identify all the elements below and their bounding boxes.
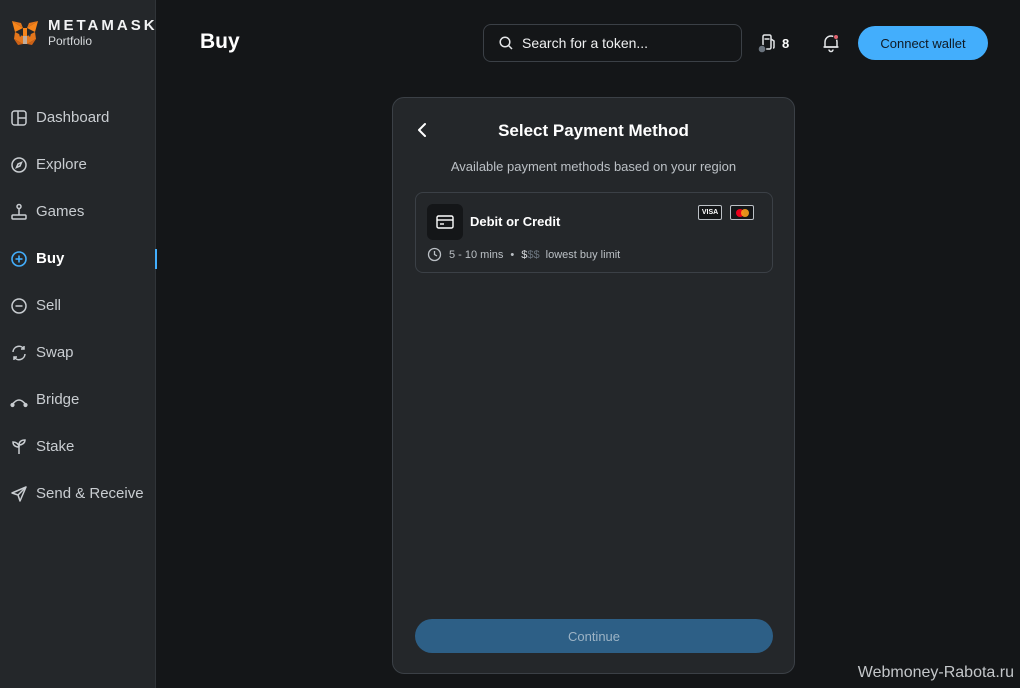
search-icon <box>499 36 513 50</box>
sidebar-nav: Dashboard Explore Games Buy Sell Swap Br… <box>0 94 157 517</box>
joystick-icon <box>10 203 28 221</box>
plus-circle-icon <box>10 250 28 268</box>
sidebar-item-sell[interactable]: Sell <box>0 282 156 329</box>
payment-option-debit-credit[interactable]: Debit or Credit VISA 5 - 10 mins • $ $$ l… <box>415 192 773 273</box>
processing-time: 5 - 10 mins <box>449 248 504 261</box>
notification-bell-icon[interactable] <box>820 32 842 54</box>
send-icon <box>10 485 28 503</box>
sprout-icon <box>10 438 28 456</box>
sidebar-item-label: Send & Receive <box>36 485 144 502</box>
search-input[interactable] <box>522 35 732 51</box>
card-title: Select Payment Method <box>498 121 689 140</box>
sidebar-item-label: Swap <box>36 344 74 361</box>
sidebar-item-label: Stake <box>36 438 75 455</box>
sidebar-item-label: Games <box>36 203 85 220</box>
sidebar-item-label: Explore <box>36 156 87 173</box>
sidebar-item-games[interactable]: Games <box>0 188 156 235</box>
mastercard-logo <box>730 205 754 220</box>
cost-indicator-inactive: $$ <box>527 248 540 261</box>
brand-name: METAMASK <box>48 17 158 34</box>
sidebar-item-bridge[interactable]: Bridge <box>0 376 156 423</box>
sidebar-item-stake[interactable]: Stake <box>0 423 156 470</box>
card-subtitle: Available payment methods based on your … <box>450 159 737 174</box>
continue-button[interactable]: Continue <box>415 619 773 653</box>
gas-fee-indicator[interactable]: 8 <box>756 32 789 54</box>
payment-option-details: 5 - 10 mins • $ $$ lowest buy limit <box>427 247 620 262</box>
sidebar-item-swap[interactable]: Swap <box>0 329 156 376</box>
payment-option-name: Debit or Credit <box>470 214 561 229</box>
compass-icon <box>10 156 28 174</box>
sidebar-item-buy[interactable]: Buy <box>0 235 157 282</box>
sidebar-item-label: Bridge <box>36 391 80 408</box>
sidebar: METAMASK Portfolio Dashboard Explore Gam… <box>0 0 158 688</box>
brand-subtitle: Portfolio <box>48 34 93 48</box>
buy-limit-text: lowest buy limit <box>545 248 621 261</box>
brand-logo[interactable]: METAMASK Portfolio <box>10 18 158 48</box>
minus-circle-icon <box>10 297 28 315</box>
swap-icon <box>10 344 28 362</box>
page-title: Buy <box>200 30 240 53</box>
metamask-fox-icon <box>12 21 38 45</box>
separator-dot: • <box>510 248 515 261</box>
credit-card-icon <box>427 204 463 240</box>
search-box[interactable] <box>483 24 742 62</box>
gas-pump-icon <box>757 34 775 54</box>
dashboard-icon <box>10 109 28 127</box>
visa-logo: VISA <box>698 205 722 220</box>
payment-method-card: Select Payment Method Available payment … <box>392 97 795 674</box>
clock-icon <box>427 247 442 262</box>
sidebar-item-label: Sell <box>36 297 62 314</box>
sidebar-item-label: Dashboard <box>36 109 110 126</box>
sidebar-item-explore[interactable]: Explore <box>0 141 156 188</box>
sidebar-item-label: Buy <box>36 250 65 267</box>
watermark-text: Webmoney-Rabota.ru <box>857 664 1014 681</box>
gas-value: 8 <box>782 35 790 51</box>
sidebar-item-send-receive[interactable]: Send & Receive <box>0 470 156 517</box>
bridge-icon <box>10 391 28 409</box>
sidebar-item-dashboard[interactable]: Dashboard <box>0 94 156 141</box>
connect-wallet-button[interactable]: Connect wallet <box>858 26 988 60</box>
